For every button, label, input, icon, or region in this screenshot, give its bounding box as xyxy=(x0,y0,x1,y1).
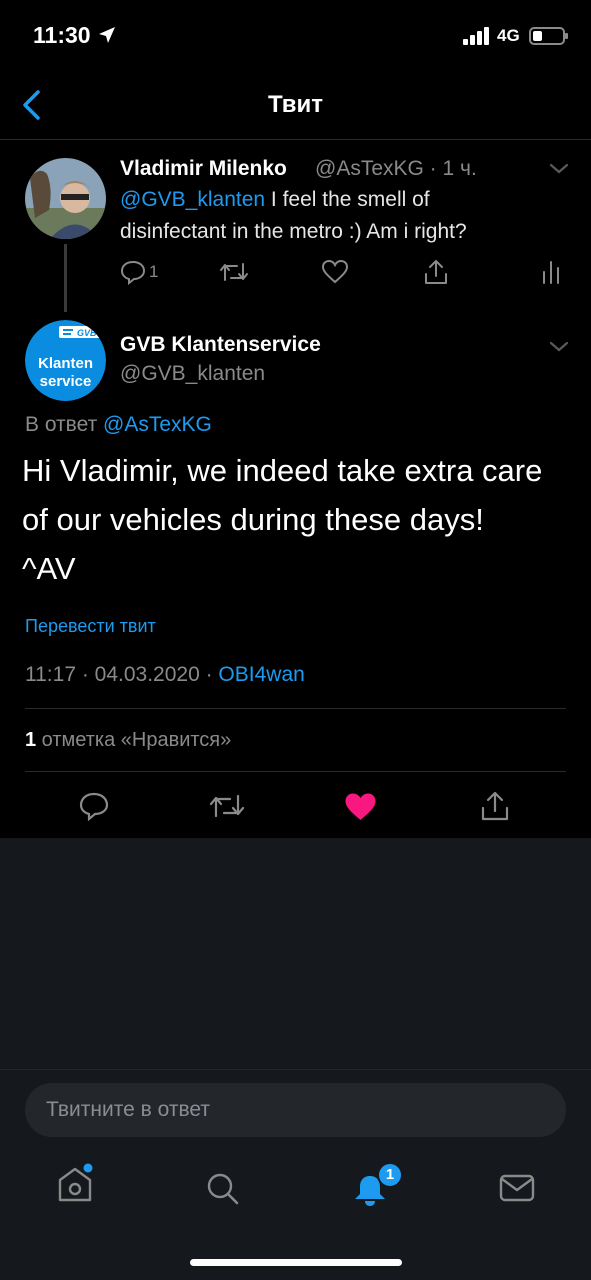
chevron-down-icon[interactable] xyxy=(548,340,570,354)
translate-link[interactable]: Перевести твит xyxy=(25,616,156,637)
messages-envelope-icon[interactable] xyxy=(499,1173,535,1203)
retweet-icon[interactable] xyxy=(209,792,245,820)
parent-tweet-text: @GVB_klanten I feel the smell of disinfe… xyxy=(120,184,560,248)
reply-count: 1 xyxy=(149,262,159,281)
source-link[interactable]: OBI4wan xyxy=(218,663,304,686)
main-text-line2: of our vehicles during these days! xyxy=(22,502,484,537)
avatar-vladimir[interactable] xyxy=(25,158,106,239)
main-author-name[interactable]: GVB Klantenservice xyxy=(120,333,321,357)
parent-author-name[interactable]: Vladimir Milenko xyxy=(120,157,287,181)
notifications-badge: 1 xyxy=(377,1162,403,1188)
parent-text-line2: disinfectant in the metro :) Am i right? xyxy=(120,220,467,243)
thread-connector xyxy=(64,244,67,312)
like-icon[interactable] xyxy=(321,259,349,285)
page-title: Твит xyxy=(267,91,323,118)
divider xyxy=(25,771,566,772)
main-author-handle[interactable]: @GVB_klanten xyxy=(120,362,265,386)
avatar-gvb[interactable]: GVB Klanten service xyxy=(25,320,106,401)
status-bar: 11:30 4G xyxy=(0,0,591,70)
timestamp-text: 11:17 · 04.03.2020 · xyxy=(25,663,219,686)
retweet-icon[interactable] xyxy=(219,260,249,284)
parent-handle-time: @AsTexKG · 1 ч. xyxy=(315,157,477,180)
home-indicator xyxy=(190,1259,402,1266)
reply-icon[interactable] xyxy=(78,791,110,821)
gvb-logo-text: GVB xyxy=(77,328,97,338)
status-time: 11:30 xyxy=(33,22,91,48)
share-icon[interactable] xyxy=(423,258,449,286)
network-type: 4G xyxy=(497,26,520,45)
avatar-text-line1: Klanten xyxy=(38,355,93,372)
likes-summary[interactable]: 1 отметка «Нравится» xyxy=(25,729,231,752)
search-icon[interactable] xyxy=(205,1171,241,1207)
main-text-line3: ^AV xyxy=(22,551,76,586)
reply-context: В ответ @AsTexKG xyxy=(25,413,212,437)
reply-input[interactable]: Твитните в ответ xyxy=(25,1083,566,1137)
location-arrow-icon xyxy=(99,27,115,43)
likes-label: отметка «Нравится» xyxy=(36,729,232,751)
reply-to-link[interactable]: @AsTexKG xyxy=(103,413,212,436)
parent-text-line1: I feel the smell of xyxy=(265,188,430,211)
home-icon[interactable] xyxy=(56,1162,94,1204)
nav-bar: Твит xyxy=(0,70,591,140)
tweet-timestamp: 11:17 · 04.03.2020 · OBI4wan xyxy=(25,663,305,687)
like-icon-filled[interactable] xyxy=(344,792,377,822)
reply-context-prefix: В ответ xyxy=(25,413,104,436)
main-text-line1: Hi Vladimir, we indeed take extra care xyxy=(22,453,543,488)
reply-icon[interactable] xyxy=(120,259,146,285)
chevron-down-icon[interactable] xyxy=(548,162,570,176)
likes-count: 1 xyxy=(25,729,37,751)
reply-placeholder: Твитните в ответ xyxy=(46,1098,210,1121)
main-tweet-text: Hi Vladimir, we indeed take extra care o… xyxy=(22,446,582,593)
empty-replies-area xyxy=(0,838,591,1280)
avatar-text-line2: service xyxy=(40,373,92,390)
mention-link[interactable]: @GVB_klanten xyxy=(120,188,265,211)
signal-icon xyxy=(463,27,489,45)
divider xyxy=(25,708,566,709)
badge-count: 1 xyxy=(385,1166,395,1183)
battery-icon xyxy=(529,27,568,45)
share-icon[interactable] xyxy=(480,790,510,822)
composer-divider xyxy=(0,1069,591,1070)
analytics-icon[interactable] xyxy=(541,260,561,284)
